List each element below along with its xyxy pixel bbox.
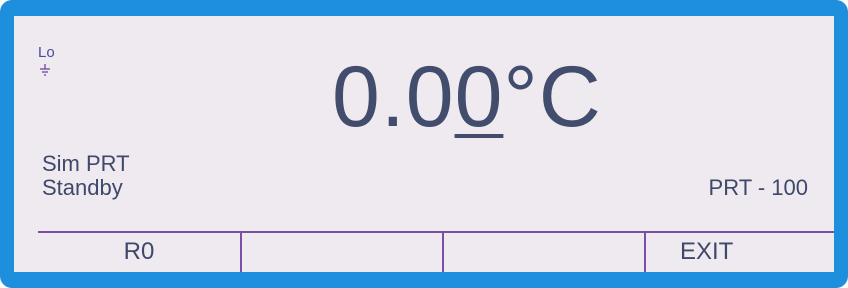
device-bezel: Lo 0.00°C Sim PRT Standby PRT - 100 R0 E… [0, 0, 848, 288]
reading-unit: °C [503, 49, 602, 145]
softkey-r0[interactable]: R0 [38, 233, 240, 272]
state-label: Standby [42, 175, 123, 200]
lcd-screen: Lo 0.00°C Sim PRT Standby PRT - 100 R0 E… [14, 16, 834, 272]
temperature-reading: 0.00°C [332, 54, 602, 140]
sensor-type-label: PRT - 100 [708, 175, 808, 200]
softkey-3[interactable] [442, 233, 644, 272]
ground-icon [40, 64, 50, 76]
range-indicator: Lo [38, 44, 55, 61]
reading-value: 0.0 [332, 49, 455, 145]
mode-label: Sim PRT [42, 151, 130, 176]
softkey-bar: R0 EXIT [38, 233, 834, 272]
softkey-exit[interactable]: EXIT [644, 233, 834, 272]
reading-cursor-digit[interactable]: 0 [455, 49, 504, 145]
softkey-2[interactable] [240, 233, 442, 272]
